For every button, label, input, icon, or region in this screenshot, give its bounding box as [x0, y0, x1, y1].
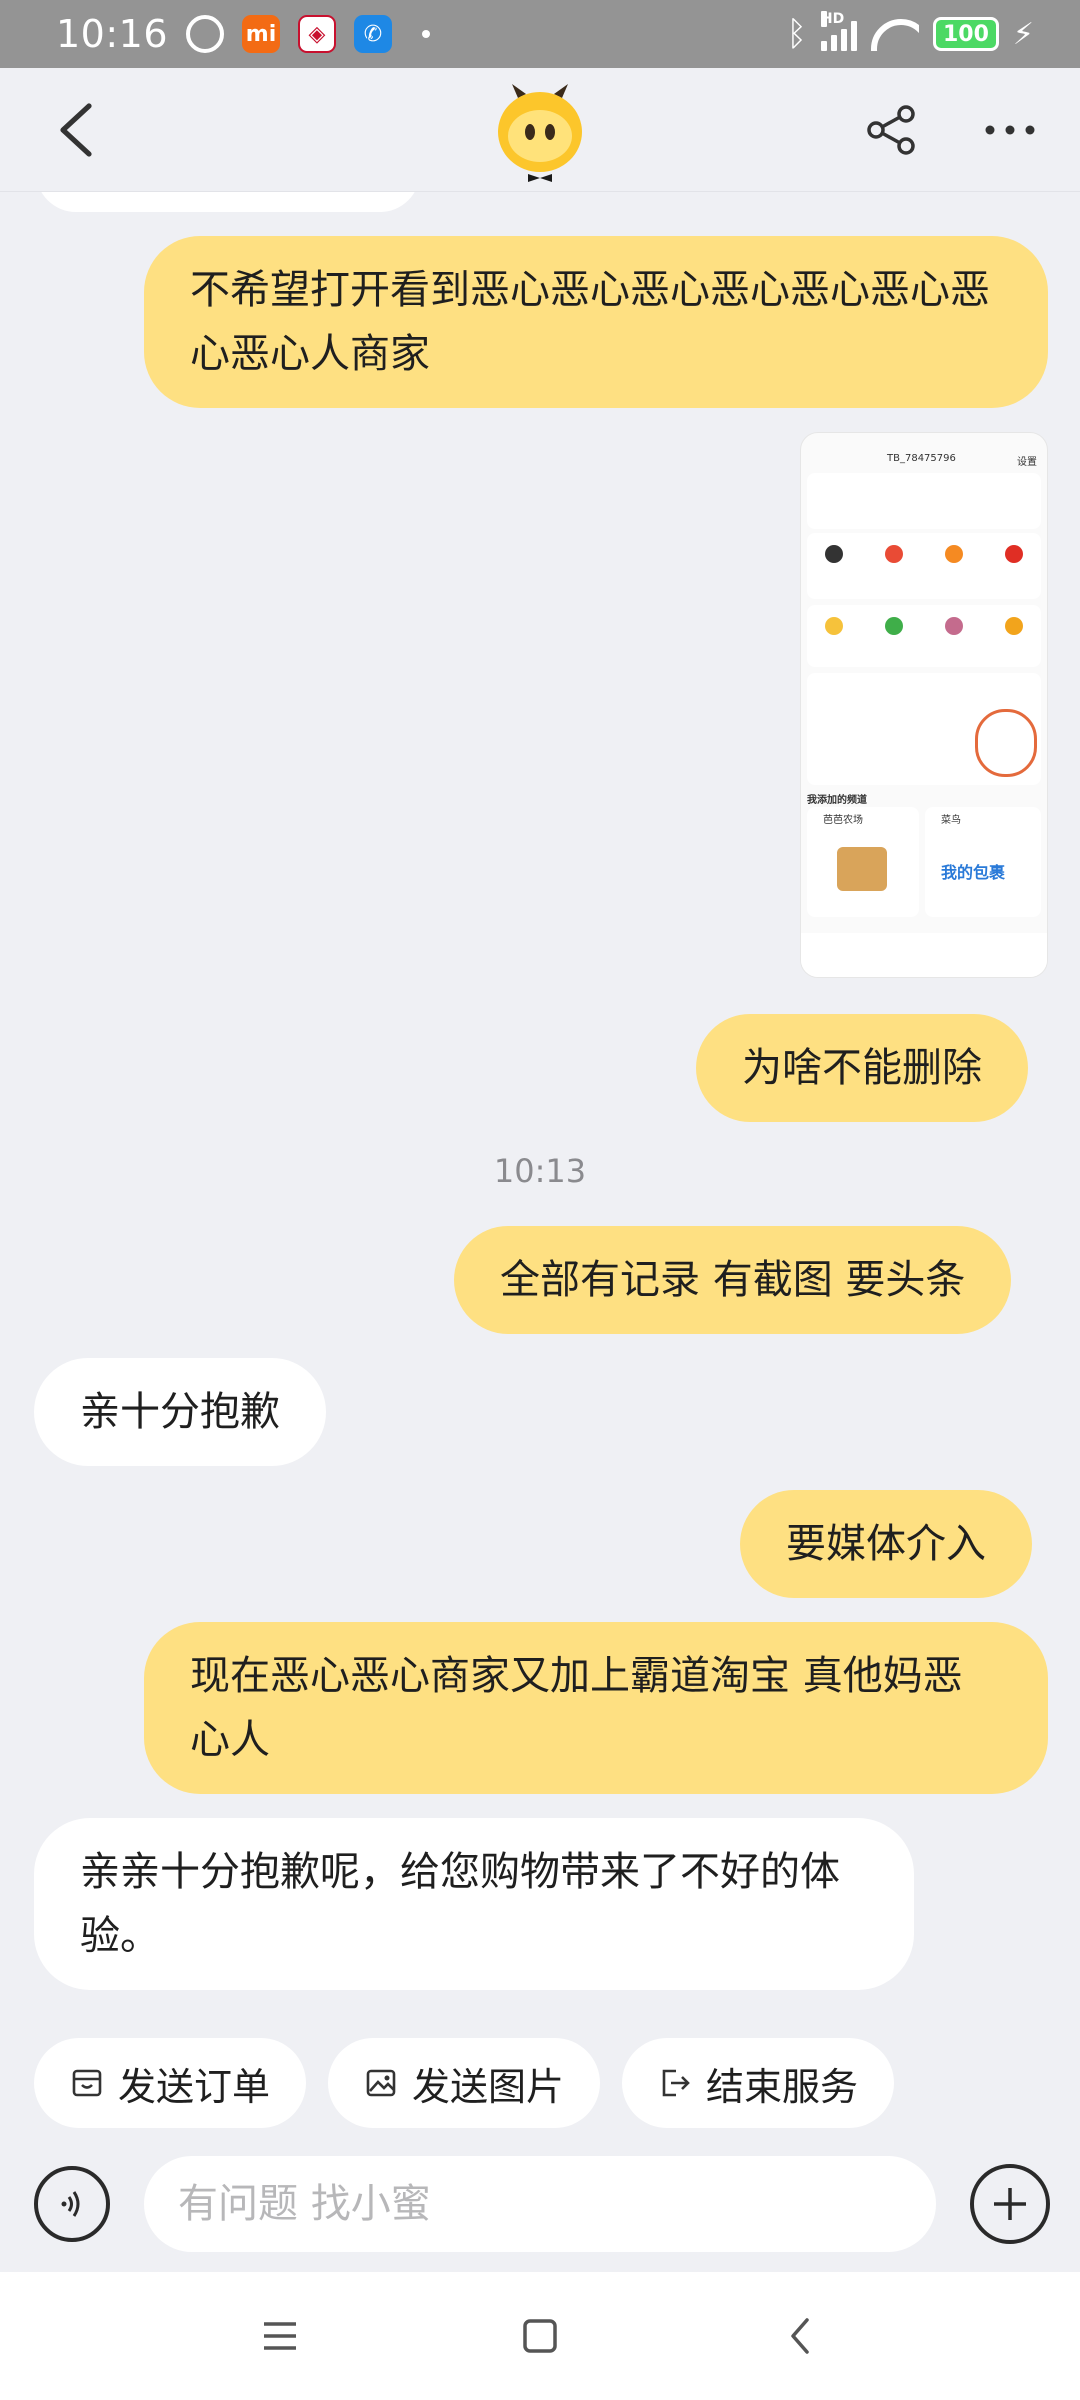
back-nav-button[interactable]	[760, 2296, 840, 2376]
shot-row-vip	[807, 533, 1041, 599]
quick-actions: 发送订单 发送图片 结束服务	[34, 2038, 895, 2128]
menu-icon	[264, 2322, 296, 2350]
share-icon	[867, 104, 915, 155]
outgoing-message[interactable]: 全部有记录 有截图 要头条	[454, 1226, 1012, 1334]
end-service-button[interactable]: 结束服务	[622, 2038, 895, 2128]
voice-icon	[61, 2191, 80, 2217]
input-bar	[0, 2150, 1080, 2260]
home-icon	[523, 2319, 557, 2353]
chat-header	[0, 68, 1080, 192]
more-button[interactable]	[980, 100, 1040, 160]
recent-apps-button[interactable]	[240, 2296, 320, 2376]
shot-card2-big: 我的包裹	[941, 863, 1006, 882]
exit-icon	[662, 2069, 690, 2097]
battery-icon: 100	[932, 17, 999, 51]
back-nav-icon	[791, 2318, 809, 2354]
outgoing-message[interactable]: 为啥不能删除	[696, 1014, 1028, 1122]
bank-icon: ◈	[298, 15, 337, 53]
bluetooth-icon: ᛒ	[786, 14, 807, 54]
header-actions	[862, 100, 1040, 160]
shot-row-games	[807, 605, 1041, 667]
voice-button[interactable]	[34, 2166, 110, 2242]
shot-user: TB_78475796	[887, 453, 956, 464]
shot-card-farm: 芭芭农场	[807, 807, 919, 917]
message-timestamp: 10:13	[493, 1152, 587, 1190]
status-time: 10:16	[56, 12, 169, 56]
call-icon: ✆	[354, 15, 393, 53]
shot-row-orders	[807, 473, 1041, 529]
shot-card1-label: 芭芭农场	[823, 815, 863, 826]
home-button[interactable]	[500, 2296, 580, 2376]
end-service-label: 结束服务	[706, 2064, 859, 2109]
shot-settings: 设置	[1017, 457, 1037, 468]
incoming-message[interactable]: 亲亲十分抱歉呢，给您购物带来了不好的体验。	[34, 1818, 914, 1990]
send-image-button[interactable]: 发送图片	[328, 2038, 601, 2128]
status-left: 10:16 mi ◈ ✆	[56, 12, 431, 56]
alarm-icon	[186, 15, 225, 53]
outgoing-message[interactable]: 要媒体介入	[740, 1490, 1032, 1598]
message-input[interactable]	[144, 2156, 936, 2252]
send-order-button[interactable]: 发送订单	[34, 2038, 307, 2128]
image-icon	[366, 2069, 396, 2097]
charging-icon: ⚡	[1012, 16, 1034, 52]
hd-label: HD	[820, 11, 845, 27]
send-order-label: 发送订单	[118, 2064, 271, 2109]
shot-section: 我添加的频道	[807, 795, 867, 806]
wifi-icon	[870, 17, 919, 51]
chat-screen: 10:16 mi ◈ ✆ ᛒ HD 100 ⚡ 不希望打开看到恶心恶心恶心恶心恶…	[0, 0, 1080, 2400]
mi-icon: mi	[242, 15, 281, 53]
share-button[interactable]	[862, 100, 922, 160]
more-options-button[interactable]	[970, 2164, 1050, 2244]
sent-screenshot-image[interactable]: TB_78475796 设置 我添加的频道 芭芭农场 菜鸟 我的包裹	[800, 432, 1048, 978]
send-image-label: 发送图片	[412, 2064, 565, 2109]
outgoing-message[interactable]: 现在恶心恶心商家又加上霸道淘宝 真他妈恶心人	[144, 1622, 1048, 1794]
mascot-avatar[interactable]	[492, 80, 588, 184]
message-list[interactable]: 不希望打开看到恶心恶心恶心恶心恶心恶心恶心恶心人商家 TB_78475796 设…	[0, 192, 1080, 2022]
order-icon	[72, 2069, 102, 2097]
system-nav-bar	[0, 2272, 1080, 2400]
shot-card2-label: 菜鸟	[941, 815, 961, 826]
back-button[interactable]	[40, 95, 110, 165]
partial-bubble	[36, 192, 420, 212]
shot-card-cainiao: 菜鸟 我的包裹	[925, 807, 1041, 917]
status-right: ᛒ HD 100 ⚡	[786, 11, 1034, 54]
shot-tabbar	[801, 933, 1047, 977]
outgoing-message[interactable]: 不希望打开看到恶心恶心恶心恶心恶心恶心恶心恶心人商家	[144, 236, 1048, 408]
incoming-message[interactable]: 亲十分抱歉	[34, 1358, 326, 1466]
more-icon	[985, 125, 1035, 134]
notification-dot-icon	[422, 30, 431, 38]
plus-icon	[994, 2188, 1026, 2220]
status-bar: 10:16 mi ◈ ✆ ᛒ HD 100 ⚡	[0, 0, 1080, 68]
shot-row-services	[807, 673, 1041, 785]
signal-icon: HD	[820, 11, 857, 51]
back-icon	[60, 102, 92, 157]
